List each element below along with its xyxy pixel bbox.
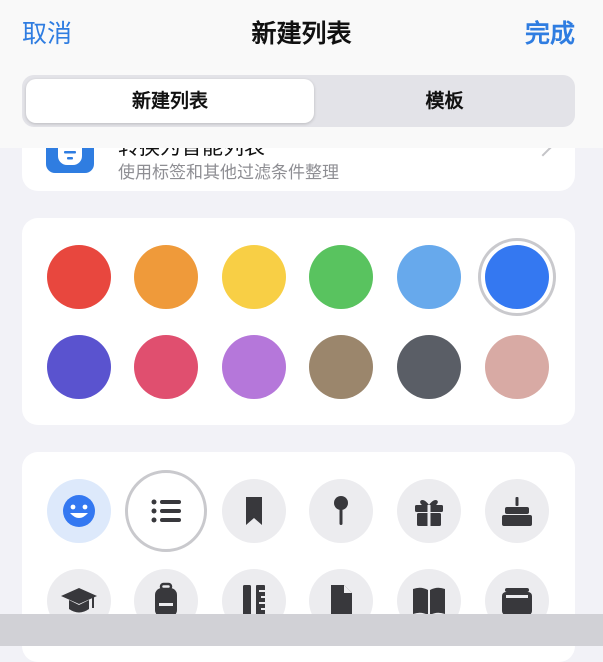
- smiley-icon[interactable]: [47, 479, 111, 543]
- color-swatch-orange[interactable]: [134, 245, 198, 309]
- gift-icon[interactable]: [397, 479, 461, 543]
- color-swatch-pink[interactable]: [134, 335, 198, 399]
- cancel-button[interactable]: 取消: [22, 14, 72, 50]
- color-swatch-purple[interactable]: [222, 335, 286, 399]
- bottom-bar: [0, 614, 603, 646]
- segmented-control: 新建列表 模板: [22, 75, 575, 127]
- color-swatch-red[interactable]: [47, 245, 111, 309]
- color-swatch-yellow[interactable]: [222, 245, 286, 309]
- smart-list-subtitle: 使用标签和其他过滤条件整理: [118, 163, 339, 183]
- bookmark-icon[interactable]: [222, 479, 286, 543]
- page-title: 新建列表: [251, 19, 352, 48]
- color-swatch-brown[interactable]: [309, 335, 373, 399]
- tab-templates[interactable]: 模板: [318, 79, 571, 123]
- color-swatch-blue[interactable]: [485, 245, 549, 309]
- color-swatch-gray[interactable]: [397, 335, 461, 399]
- tab-new-list[interactable]: 新建列表: [26, 79, 314, 123]
- pin-icon[interactable]: [309, 479, 373, 543]
- color-swatch-indigo[interactable]: [47, 335, 111, 399]
- color-swatch-rose[interactable]: [485, 335, 549, 399]
- color-swatch-light-blue[interactable]: [397, 245, 461, 309]
- done-button[interactable]: 完成: [525, 14, 575, 50]
- list-bullet-icon[interactable]: [134, 479, 198, 543]
- header: 取消 新建列表 完成 新建列表 模板: [0, 0, 603, 148]
- color-picker: [22, 218, 575, 425]
- birthday-cake-icon[interactable]: [485, 479, 549, 543]
- color-swatch-green[interactable]: [309, 245, 373, 309]
